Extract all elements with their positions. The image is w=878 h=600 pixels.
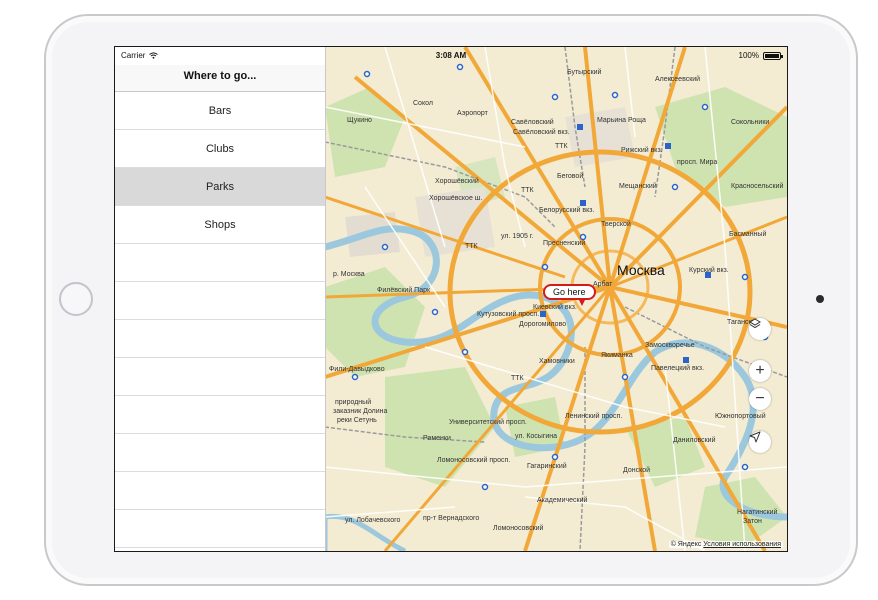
map-label: Университетский просп.: [449, 419, 527, 426]
map-label: Ломоносовский просп.: [437, 457, 511, 464]
map-label: Дорогомилово: [519, 321, 567, 328]
map-pin[interactable]: Go here: [543, 284, 596, 306]
map-label: Киевский вкз.: [533, 304, 577, 311]
status-right: 100%: [738, 51, 783, 60]
map-label: реки Сетунь: [337, 417, 377, 424]
map-label: Ломоносовский: [493, 525, 544, 532]
map-label: Курский вкз.: [689, 267, 729, 274]
map-label: Белорусский вкз.: [539, 207, 595, 214]
sidebar: Where to go... Bars Clubs Parks Shops: [115, 47, 326, 551]
sidebar-title: Where to go...: [115, 65, 325, 92]
map-label: Алексеевский: [655, 76, 701, 83]
list-item-empty: [115, 244, 325, 282]
battery-percent: 100%: [738, 51, 759, 60]
zoom-out-button[interactable]: −: [749, 388, 771, 410]
map-label: Нагатинский: [737, 509, 778, 516]
list-item-bars[interactable]: Bars: [115, 92, 325, 130]
map-label: Тверской: [601, 221, 631, 228]
map-label: пр-т Вернадского: [423, 515, 480, 522]
map-label: Сокольники: [731, 119, 770, 126]
map-label: р. Москва: [333, 271, 365, 278]
map-label: Беговой: [557, 173, 584, 180]
map-label: Сокол: [413, 100, 433, 107]
location-arrow-icon: [749, 431, 761, 443]
map-label: Хорошёвский: [435, 178, 479, 185]
map-label: Замоскворечье: [645, 342, 695, 349]
map-label: ТТК: [511, 375, 524, 382]
map-label: Павелецкий вкз.: [651, 365, 705, 372]
map-label: Рижский вкз.: [621, 147, 663, 154]
list-item-parks[interactable]: Parks: [115, 168, 325, 206]
map-label: Пресненский: [543, 240, 586, 247]
map-label: ТТК: [465, 243, 478, 250]
map-label: Кутузовский просп.: [477, 311, 540, 318]
locate-button[interactable]: [749, 431, 771, 453]
list-item-empty: [115, 396, 325, 434]
map-label: Савёловский: [511, 119, 554, 126]
layers-button[interactable]: [749, 318, 771, 340]
screen: Carrier 3:08 AM 100% Where to go... Bars…: [114, 46, 788, 552]
list-item-empty: [115, 434, 325, 472]
map-label: Академический: [537, 497, 588, 504]
map-label: ТТК: [521, 187, 534, 194]
map-label: ул. 1905 г.: [501, 233, 534, 240]
map-label: ТТК: [555, 143, 568, 150]
map-label: Ленинский просп.: [565, 413, 623, 420]
status-time: 3:08 AM: [435, 51, 467, 60]
list-item-clubs[interactable]: Clubs: [115, 130, 325, 168]
map-label: Даниловский: [673, 437, 716, 444]
map-label: природный: [335, 399, 372, 406]
map-view[interactable]: Бутырский Алексеевский Сокол Аэропорт Са…: [325, 47, 787, 551]
list-item-empty: [115, 510, 325, 548]
map-label: Якиманка: [601, 352, 633, 359]
map-label: ул. Лобачевского: [345, 517, 401, 524]
map-label: Басманный: [729, 231, 767, 238]
map-label: Красносельский: [731, 183, 784, 190]
map-label: Затон: [743, 518, 762, 525]
list-item-shops[interactable]: Shops: [115, 206, 325, 244]
list-item-empty: [115, 282, 325, 320]
city-label: Москва: [617, 262, 665, 278]
map-label: Хамовники: [539, 358, 575, 365]
map-label: Гагаринский: [527, 463, 567, 470]
map-attribution: © Яндекс Условия использования: [668, 541, 783, 548]
map-label: просп. Мира: [677, 159, 718, 166]
pin-tail: [578, 298, 586, 306]
map-label: Филёвский Парк: [377, 287, 431, 294]
map-label: заказник Долина: [333, 408, 388, 415]
home-button[interactable]: [59, 282, 93, 316]
map-label: Марьина Роща: [597, 117, 646, 124]
map-label: ул. Косыгина: [515, 433, 558, 440]
pin-label[interactable]: Go here: [543, 284, 596, 300]
category-list: Bars Clubs Parks Shops: [115, 92, 325, 548]
battery-icon: [763, 51, 783, 60]
terms-link[interactable]: Условия использования: [703, 541, 781, 548]
zoom-in-button[interactable]: +: [749, 360, 771, 382]
map-label: Фили-Давыдково: [329, 366, 385, 373]
map-label: Щукино: [347, 117, 372, 124]
list-item-empty: [115, 472, 325, 510]
map-label: Савёловский вкз.: [513, 129, 570, 136]
map-label: Раменки: [423, 435, 451, 442]
layers-icon: [749, 318, 761, 329]
map-label: Донской: [623, 467, 651, 474]
map-label: Мещанский: [619, 183, 657, 190]
status-bar: Carrier 3:08 AM 100%: [115, 47, 787, 65]
map-label: Бутырский: [567, 69, 602, 76]
map-label: Арбат: [593, 281, 613, 288]
map-label: Южнопортовый: [715, 413, 766, 420]
list-item-empty: [115, 358, 325, 396]
map-label: Хорошёвское ш.: [429, 195, 483, 202]
yandex-copyright: © Яндекс: [670, 541, 702, 548]
map-label: Аэропорт: [457, 110, 488, 117]
front-camera: [816, 295, 824, 303]
list-item-empty: [115, 320, 325, 358]
